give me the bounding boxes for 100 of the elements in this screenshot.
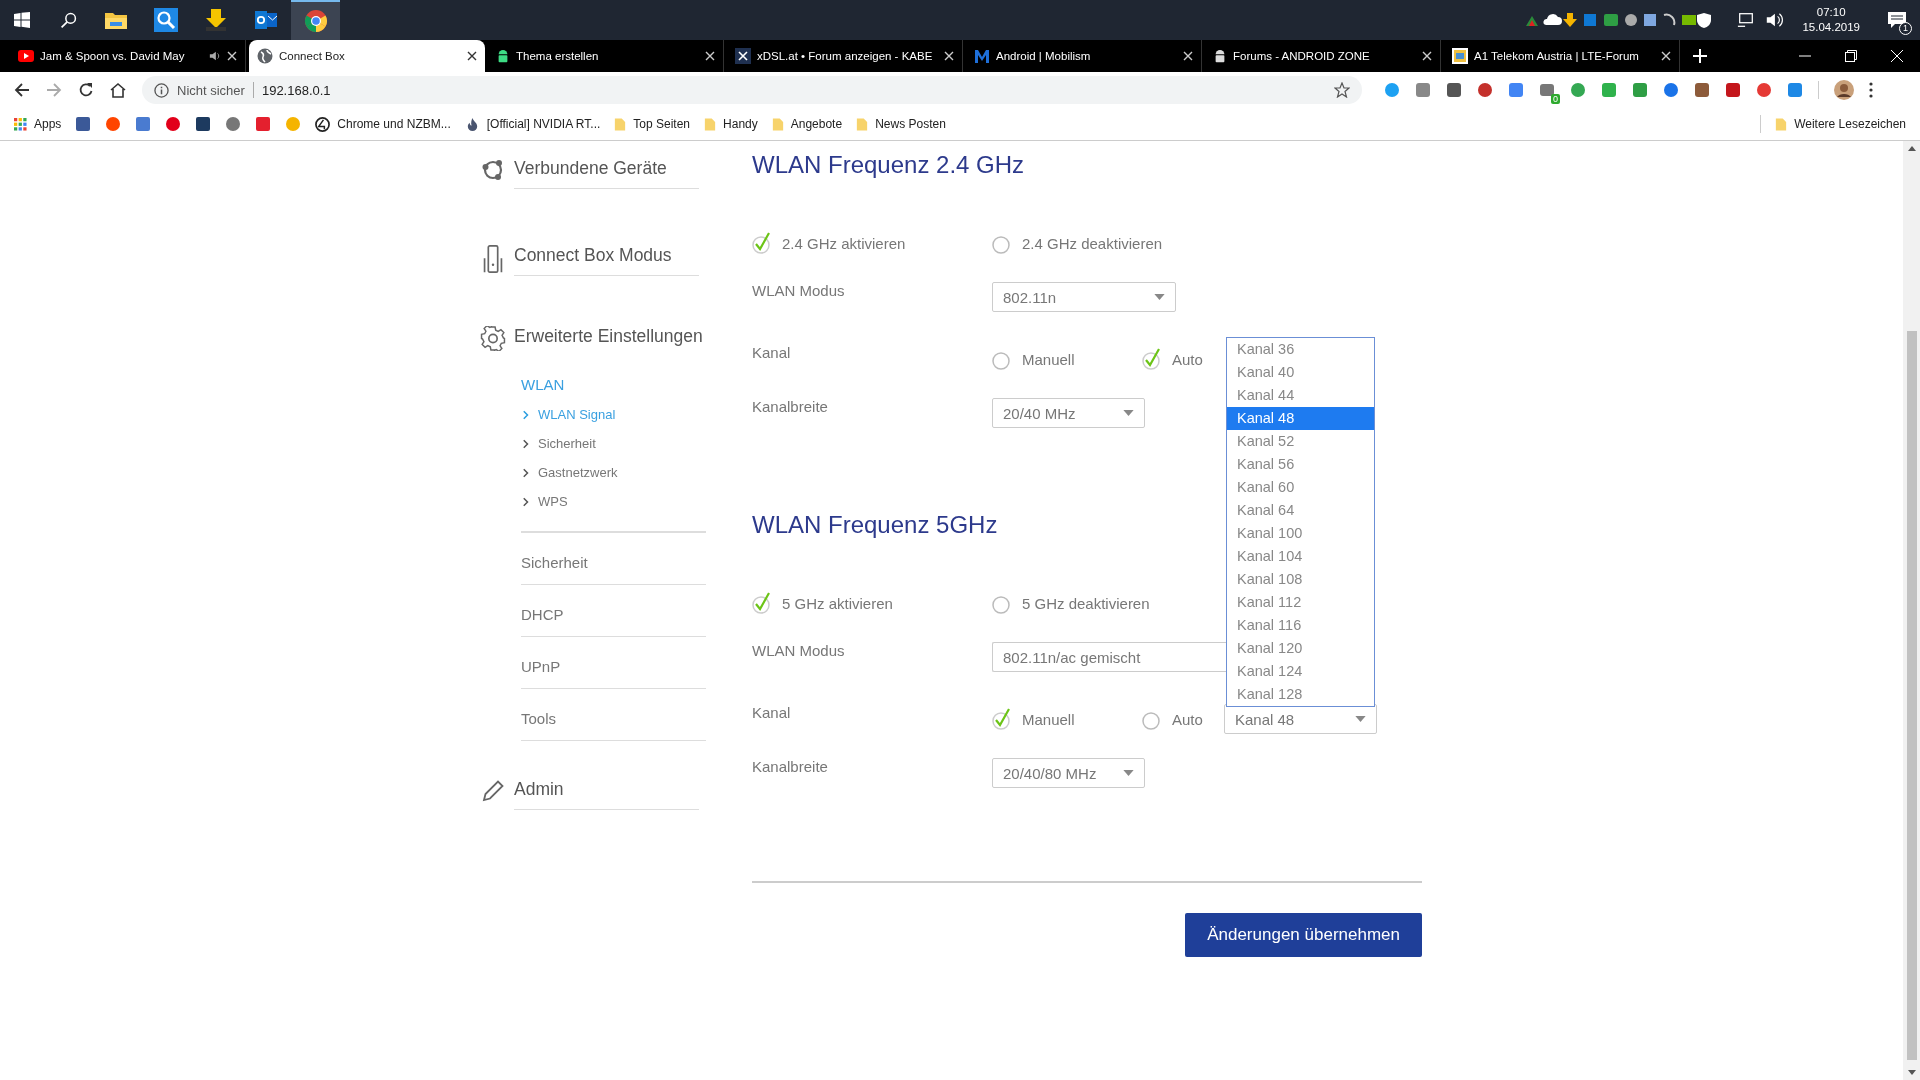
android-icon bbox=[1213, 48, 1227, 64]
windows-start-icon[interactable] bbox=[14, 12, 30, 28]
bookmark-icon[interactable] bbox=[165, 116, 182, 132]
extension-icon[interactable] bbox=[1477, 82, 1493, 98]
scroll-thumb[interactable] bbox=[1906, 331, 1917, 1060]
bookmark-folder[interactable]: Weitere Lesezeichen bbox=[1775, 116, 1906, 132]
dropdown-option[interactable]: Kanal 40 bbox=[1227, 361, 1374, 384]
reload-icon[interactable] bbox=[78, 82, 94, 98]
extension-icon[interactable] bbox=[1508, 82, 1524, 98]
bookmark-folder[interactable]: News Posten bbox=[856, 116, 946, 132]
scrollbar[interactable] bbox=[1903, 141, 1920, 1080]
extension-icon[interactable] bbox=[1539, 82, 1555, 98]
sidebar-item[interactable]: Admin bbox=[514, 778, 699, 810]
taskbar-app[interactable] bbox=[291, 0, 340, 40]
sidebar-item[interactable]: DHCP bbox=[521, 605, 706, 637]
notification-count: 1 bbox=[1899, 22, 1912, 35]
sidebar-item[interactable]: Tools bbox=[521, 709, 706, 741]
clock-date: 15.04.2019 bbox=[1802, 20, 1860, 35]
notification-icon[interactable] bbox=[1887, 10, 1907, 30]
dropdown-option[interactable]: Kanal 52 bbox=[1227, 430, 1374, 453]
restore-icon[interactable] bbox=[1845, 50, 1857, 62]
apps-bookmark[interactable]: Apps bbox=[14, 117, 62, 131]
address-field[interactable]: Nicht sicher 192.168.0.1 bbox=[142, 76, 1362, 104]
radio-option[interactable]: Auto bbox=[1142, 346, 1224, 372]
clock-time: 07:10 bbox=[1816, 5, 1846, 20]
submenu-item[interactable]: WPS bbox=[523, 494, 568, 509]
browser-tab[interactable]: Connect Box bbox=[249, 40, 485, 72]
radio-option[interactable]: 5 GHz deaktivieren bbox=[992, 590, 1150, 616]
extension-icon[interactable] bbox=[1787, 82, 1803, 98]
width-select[interactable]: 20/40/80 MHz bbox=[992, 758, 1145, 788]
dropdown-option[interactable]: Kanal 60 bbox=[1227, 476, 1374, 499]
bookmark-link[interactable]: Chrome und NZBM... bbox=[315, 116, 451, 132]
dropdown-option[interactable]: Kanal 100 bbox=[1227, 522, 1374, 545]
radio-option[interactable]: Auto bbox=[1142, 706, 1224, 732]
submenu-item[interactable]: WLAN Signal bbox=[523, 407, 616, 422]
sidebar-item[interactable]: Verbundene Geräte bbox=[514, 158, 699, 189]
radio-option[interactable]: Manuell bbox=[992, 346, 1142, 372]
extension-icon[interactable] bbox=[1663, 82, 1679, 98]
settings-icon bbox=[480, 326, 506, 351]
mode-select[interactable]: 802.11n bbox=[992, 282, 1176, 312]
tab-title: Forums - ANDROID ZONE bbox=[1233, 50, 1371, 62]
sidebar-item[interactable]: Connect Box Modus bbox=[514, 245, 699, 276]
submenu-item[interactable]: Sicherheit bbox=[523, 436, 596, 451]
magnifier-icon bbox=[153, 8, 178, 32]
submenu-item[interactable]: Gastnetzwerk bbox=[523, 465, 618, 480]
tab-title: A1 Telekom Austria | LTE-Forum bbox=[1474, 50, 1640, 62]
speaker-icon[interactable] bbox=[1765, 11, 1784, 29]
bookmark-icon[interactable] bbox=[195, 116, 212, 132]
dropdown-option[interactable]: Kanal 104 bbox=[1227, 545, 1374, 568]
dropdown-option[interactable]: Kanal 44 bbox=[1227, 384, 1374, 407]
dropdown-option[interactable]: Kanal 64 bbox=[1227, 499, 1374, 522]
search-icon[interactable] bbox=[60, 11, 77, 29]
extension-icon[interactable] bbox=[1725, 82, 1741, 98]
dropdown-option[interactable]: Kanal 128 bbox=[1227, 683, 1374, 706]
play-icon bbox=[18, 50, 34, 62]
bookmark-folder[interactable]: Angebote bbox=[771, 116, 843, 132]
sidebar-item[interactable]: UPnP bbox=[521, 657, 706, 689]
extension-icon[interactable] bbox=[1632, 82, 1648, 98]
star-icon[interactable] bbox=[1334, 82, 1350, 98]
avatar-icon[interactable] bbox=[1834, 80, 1854, 100]
network-icon[interactable] bbox=[1737, 11, 1756, 29]
scroll-down-icon[interactable] bbox=[1907, 1070, 1916, 1075]
extension-icon[interactable] bbox=[1694, 82, 1710, 98]
radio-option[interactable]: 5 GHz aktivieren bbox=[752, 590, 992, 616]
bookmark-icon[interactable] bbox=[75, 116, 92, 132]
dropdown-option[interactable]: Kanal 56 bbox=[1227, 453, 1374, 476]
info-icon[interactable] bbox=[154, 82, 169, 98]
dropdown-option[interactable]: Kanal 108 bbox=[1227, 568, 1374, 591]
extension-icon[interactable] bbox=[1415, 82, 1431, 98]
field-label: Kanalbreite bbox=[752, 397, 829, 417]
dropdown-option[interactable]: Kanal 48 bbox=[1227, 407, 1374, 430]
dropdown-option[interactable]: Kanal 36 bbox=[1227, 338, 1374, 361]
new-tab-icon[interactable] bbox=[1693, 49, 1707, 63]
bookmark-link[interactable]: [Official] NVIDIA RT... bbox=[464, 116, 601, 132]
site-logo-icon bbox=[735, 48, 751, 64]
folder-icon bbox=[103, 10, 128, 30]
back-icon[interactable] bbox=[14, 82, 30, 98]
sidebar-item[interactable]: Sicherheit bbox=[521, 553, 706, 585]
dropdown-option[interactable]: Kanal 116 bbox=[1227, 614, 1374, 637]
radio-option[interactable]: Manuell bbox=[992, 706, 1142, 732]
extension-icon[interactable] bbox=[1756, 82, 1772, 98]
clock[interactable]: 07:10 15.04.2019 bbox=[1788, 5, 1874, 35]
radio-option[interactable]: 2.4 GHz deaktivieren bbox=[992, 230, 1163, 256]
download-arrow-icon bbox=[203, 8, 228, 32]
bookmark-folder[interactable]: Handy bbox=[704, 116, 758, 132]
speaker-icon[interactable] bbox=[209, 50, 221, 62]
apply-button[interactable]: Änderungen übernehmen bbox=[1185, 912, 1422, 957]
folder-icon bbox=[771, 116, 784, 132]
dropdown-option[interactable]: Kanal 112 bbox=[1227, 591, 1374, 614]
extension-icon[interactable] bbox=[1446, 82, 1462, 98]
scroll-up-icon[interactable] bbox=[1907, 146, 1916, 151]
caret-icon bbox=[1123, 410, 1134, 416]
tab-title: xDSL.at • Forum anzeigen - KABE bbox=[757, 50, 934, 62]
bookmark-folder[interactable]: Top Seiten bbox=[614, 116, 691, 132]
menu-icon[interactable] bbox=[1869, 82, 1873, 98]
width-select[interactable]: 20/40 MHz bbox=[992, 398, 1145, 428]
home-icon[interactable] bbox=[110, 82, 126, 98]
wlan-menu-heading[interactable]: WLAN bbox=[521, 376, 705, 393]
radio-option[interactable]: 2.4 GHz aktivieren bbox=[752, 230, 992, 256]
close-icon[interactable] bbox=[467, 51, 477, 61]
